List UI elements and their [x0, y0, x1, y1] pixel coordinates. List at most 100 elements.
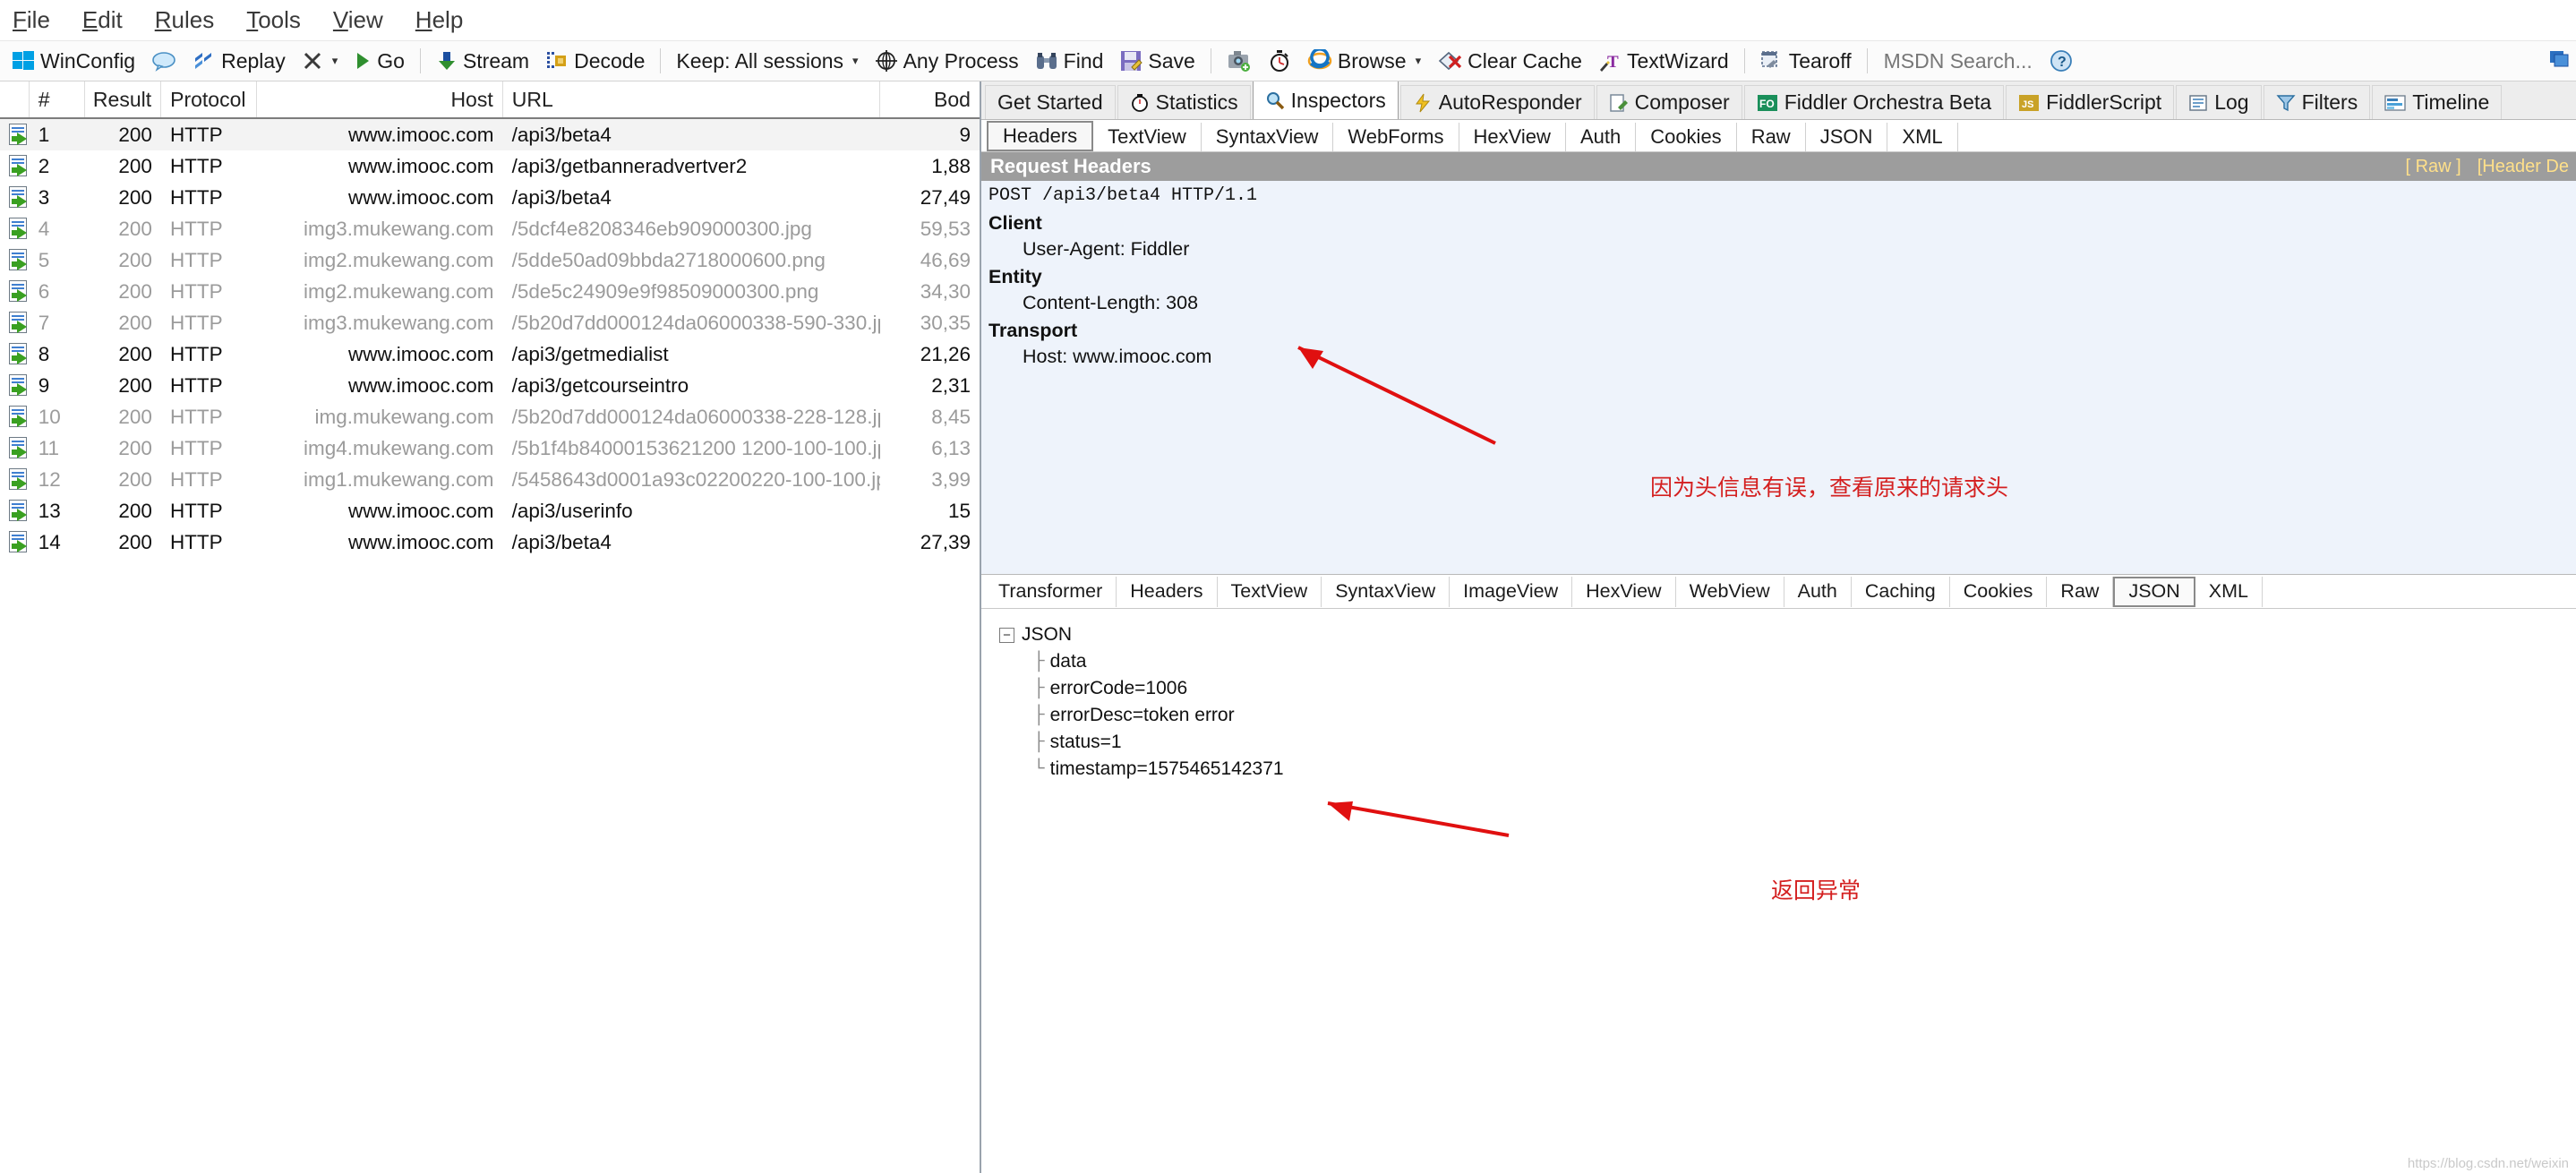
tab-fiddlerscript[interactable]: JS FiddlerScript	[2006, 85, 2175, 119]
capture-screenshot-button[interactable]	[1220, 47, 1258, 74]
subtab-cookies[interactable]: Cookies	[1636, 123, 1737, 151]
tab-log[interactable]: Log	[2176, 85, 2262, 119]
go-button[interactable]: Go	[347, 47, 411, 75]
json-node[interactable]: ├ data	[1033, 648, 2576, 675]
json-node[interactable]: └ timestamp=1575465142371	[1033, 756, 2576, 783]
tab-filters[interactable]: Filters	[2263, 85, 2371, 119]
menu-item-view[interactable]: View	[333, 6, 383, 34]
response-tab-textview[interactable]: TextView	[1218, 576, 1322, 607]
column-header-num[interactable]: #	[30, 81, 85, 117]
response-tab-xml[interactable]: XML	[2195, 576, 2263, 607]
browse-button[interactable]: Browse ▾	[1301, 47, 1427, 75]
response-tab-headers[interactable]: Headers	[1117, 576, 1218, 607]
table-row[interactable]: 3 200 HTTP www.imooc.com/api3/beta4 27,49	[0, 182, 980, 213]
stream-button[interactable]: Stream	[430, 47, 535, 75]
table-row[interactable]: 5 200 HTTP img2.mukewang.com/5dde50ad09bbda…	[0, 244, 980, 276]
comment-button[interactable]	[145, 48, 183, 73]
table-row[interactable]: 8 200 HTTP www.imooc.com/api3/getmedialist 2…	[0, 338, 980, 370]
table-row[interactable]: 13 200 HTTP www.imooc.com/api3/userinfo 15	[0, 495, 980, 527]
decode-button[interactable]: Decode	[539, 47, 651, 75]
clear-cache-button[interactable]: Clear Cache	[1431, 47, 1588, 75]
msdn-search-input[interactable]: MSDN Search...	[1877, 47, 2040, 75]
response-tab-syntaxview[interactable]: SyntaxView	[1322, 576, 1451, 607]
json-node[interactable]: ├ status=1	[1033, 729, 2576, 756]
table-row[interactable]: 14 200 HTTP www.imooc.com/api3/beta4 27,39	[0, 527, 980, 558]
response-tab-webview[interactable]: WebView	[1676, 576, 1784, 607]
column-header-protocol[interactable]: Protocol	[161, 81, 258, 117]
collapse-toggle-icon[interactable]: −	[999, 627, 1014, 643]
response-tab-cookies[interactable]: Cookies	[1950, 576, 2048, 607]
any-process-button[interactable]: Any Process	[869, 47, 1025, 75]
table-row[interactable]: 1 200 HTTP www.imooc.com/api3/beta4 9	[0, 119, 980, 150]
tab-statistics[interactable]: Statistics	[1117, 85, 1251, 119]
find-button[interactable]: Find	[1029, 47, 1110, 75]
subtab-raw[interactable]: Raw	[1737, 123, 1806, 151]
timer-button[interactable]	[1262, 47, 1297, 74]
json-node[interactable]: ├ errorDesc=token error	[1033, 702, 2576, 729]
column-header-result[interactable]: Result	[85, 81, 162, 117]
remove-button[interactable]: ▾	[295, 48, 345, 73]
header-definitions-link[interactable]: [Header De	[2478, 157, 2569, 177]
table-row[interactable]: 12 200 HTTP img1.mukewang.com/5458643d0001a…	[0, 464, 980, 495]
chevron-down-icon[interactable]: ▾	[852, 54, 859, 68]
header-item[interactable]: User-Agent: Fiddler	[981, 236, 2576, 262]
tab-fiddler-orchestra-beta[interactable]: FO Fiddler Orchestra Beta	[1743, 85, 2005, 119]
json-node[interactable]: ├ errorCode=1006	[1033, 675, 2576, 702]
tab-label: Fiddler Orchestra Beta	[1784, 90, 1992, 114]
response-tab-imageview[interactable]: ImageView	[1450, 576, 1573, 607]
textwizard-button[interactable]: T TextWizard	[1592, 47, 1735, 75]
tab-autoresponder[interactable]: AutoResponder	[1399, 85, 1595, 119]
session-rows: 1 200 HTTP www.imooc.com/api3/beta4 9 2 200 HTT…	[0, 119, 980, 558]
tab-composer[interactable]: Composer	[1596, 85, 1742, 119]
menu-item-tools[interactable]: Tools	[246, 6, 301, 34]
tab-inspectors[interactable]: Inspectors	[1252, 81, 1399, 119]
column-header-body[interactable]: Bod	[880, 81, 980, 117]
subtab-syntaxview[interactable]: SyntaxView	[1202, 123, 1334, 151]
cell-num: 10	[38, 405, 61, 428]
menu-item-edit[interactable]: Edit	[82, 6, 123, 34]
response-tab-json[interactable]: JSON	[2113, 576, 2195, 607]
help-button[interactable]: ?	[2043, 47, 2079, 74]
json-root-node[interactable]: − JSON	[999, 621, 2576, 648]
column-header-url[interactable]: URL	[503, 81, 881, 117]
winconfig-button[interactable]: WinConfig	[5, 47, 141, 75]
table-row[interactable]: 6 200 HTTP img2.mukewang.com/5de5c24909e9f9…	[0, 276, 980, 307]
table-row[interactable]: 2 200 HTTP www.imooc.com/api3/getbanneradve…	[0, 150, 980, 182]
response-tab-transformer[interactable]: Transformer	[985, 576, 1117, 607]
response-tab-hexview[interactable]: HexView	[1572, 576, 1676, 607]
subtab-headers[interactable]: Headers	[987, 121, 1094, 151]
chevron-down-icon[interactable]: ▾	[332, 54, 338, 68]
table-row[interactable]: 4 200 HTTP img3.mukewang.com/5dcf4e8208346e…	[0, 213, 980, 244]
tab-get-started[interactable]: Get Started	[985, 85, 1116, 119]
subtab-textview[interactable]: TextView	[1093, 123, 1202, 151]
column-header-icon[interactable]	[0, 81, 30, 117]
tearoff-button[interactable]: Tearoff	[1754, 47, 1858, 75]
response-tab-raw[interactable]: Raw	[2047, 576, 2114, 607]
menu-mnemonic: V	[332, 6, 348, 33]
subtab-auth[interactable]: Auth	[1566, 123, 1637, 151]
menu-item-rules[interactable]: Rules	[155, 6, 214, 34]
tab-timeline[interactable]: Timeline	[2372, 85, 2503, 119]
save-button[interactable]: Save	[1113, 47, 1201, 75]
raw-link[interactable]: [ Raw ]	[2405, 157, 2460, 177]
menu-item-help[interactable]: Help	[415, 6, 463, 34]
subtab-json[interactable]: JSON	[1806, 123, 1888, 151]
replay-button[interactable]: Replay	[186, 47, 292, 75]
menu-item-file[interactable]: File	[13, 6, 50, 34]
play-triangle-icon	[354, 51, 372, 71]
subtab-xml[interactable]: XML	[1887, 123, 1958, 151]
table-row[interactable]: 11 200 HTTP img4.mukewang.com/5b1f4b8400015…	[0, 432, 980, 464]
subtab-hexview[interactable]: HexView	[1459, 123, 1566, 151]
table-row[interactable]: 10 200 HTTP img.mukewang.com/5b20d7dd000124…	[0, 401, 980, 432]
header-item[interactable]: Host: www.imooc.com	[981, 344, 2576, 370]
chevron-down-icon[interactable]: ▾	[1416, 54, 1422, 68]
table-row[interactable]: 7 200 HTTP img3.mukewang.com/5b20d7dd000124…	[0, 307, 980, 338]
response-tab-auth[interactable]: Auth	[1784, 576, 1852, 607]
window-restore-icon[interactable]	[2547, 47, 2571, 70]
header-item[interactable]: Content-Length: 308	[981, 290, 2576, 316]
column-header-host[interactable]: Host	[257, 81, 503, 117]
keep-sessions-dropdown[interactable]: Keep: All sessions ▾	[670, 47, 864, 75]
table-row[interactable]: 9 200 HTTP www.imooc.com/api3/getcourseintr…	[0, 370, 980, 401]
response-tab-caching[interactable]: Caching	[1852, 576, 1950, 607]
subtab-webforms[interactable]: WebForms	[1333, 123, 1459, 151]
